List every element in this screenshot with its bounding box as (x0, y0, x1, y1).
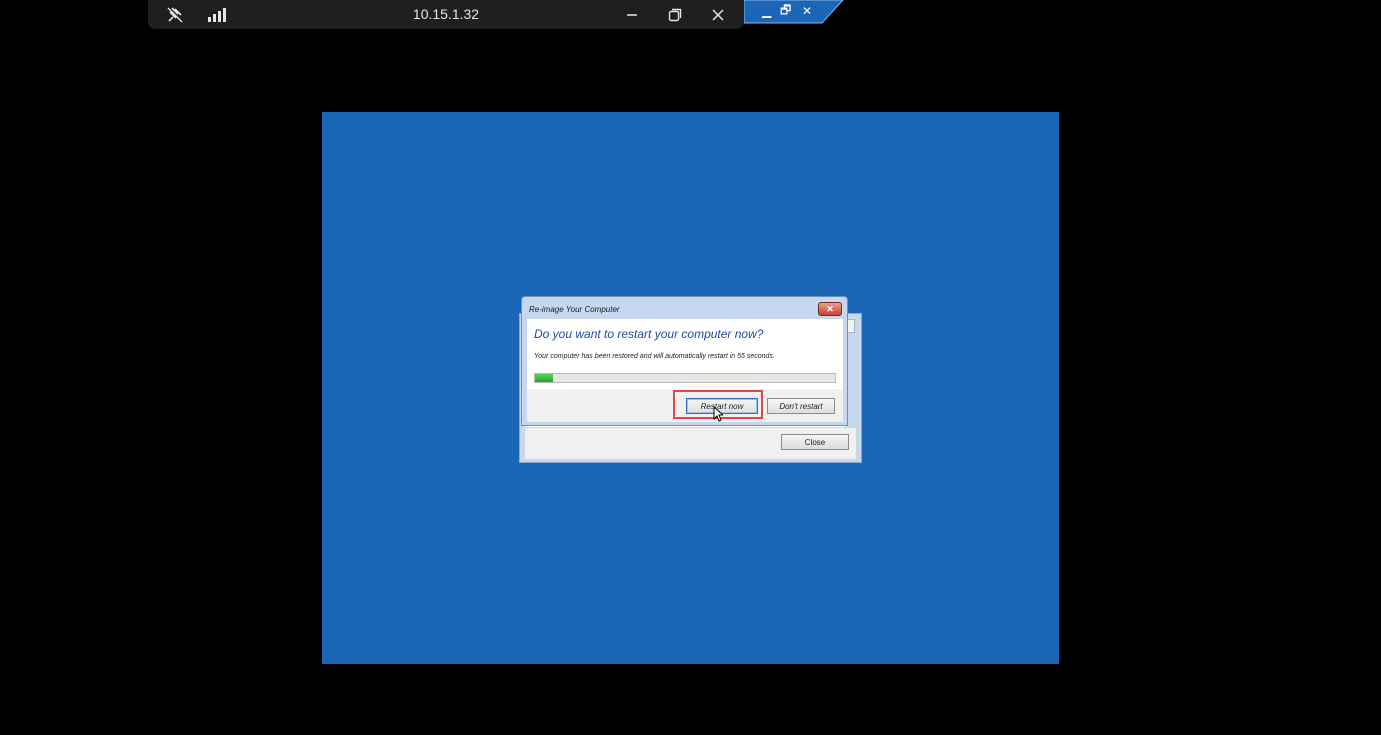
minimize-icon (627, 13, 637, 16)
close-button[interactable] (703, 0, 733, 29)
remote-restore-icon[interactable]: 🗗 (780, 2, 791, 20)
restore-icon (668, 8, 682, 21)
dialog-message: Your computer has been restored and will… (534, 353, 775, 360)
dialog-body: Do you want to restart your computer now… (527, 319, 843, 389)
restore-button[interactable] (660, 0, 690, 29)
remote-minimize-icon[interactable]: ▁ (762, 2, 771, 20)
close-icon (712, 8, 724, 21)
minimize-button[interactable] (617, 0, 647, 29)
remote-window-controls: ▁ 🗗 ✕ (744, 0, 844, 24)
dialog-heading: Do you want to restart your computer now… (534, 327, 764, 341)
restart-progress-bar (534, 373, 836, 383)
mouse-cursor-icon (713, 406, 723, 422)
progress-fill (535, 374, 553, 382)
close-window-button[interactable]: Close (781, 434, 849, 450)
dont-restart-button[interactable]: Don't restart (767, 398, 835, 414)
dialog-close-icon[interactable]: ✕ (818, 302, 842, 316)
dialog-title: Re-image Your Computer (529, 305, 620, 314)
remote-close-icon[interactable]: ✕ (802, 2, 812, 20)
connection-bar: 10.15.1.32 (148, 0, 744, 29)
connection-title: 10.15.1.32 (412, 6, 480, 22)
